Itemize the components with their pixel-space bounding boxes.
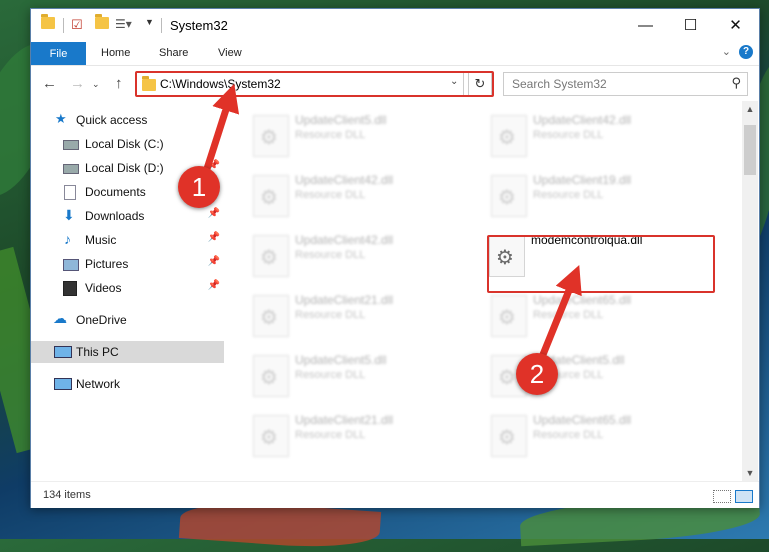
step-1-badge: 1 xyxy=(178,166,220,208)
arrow-to-dll-file xyxy=(536,265,582,364)
arrow-to-address-bar xyxy=(201,83,240,177)
step-2-badge: 2 xyxy=(516,353,558,395)
callout-arrows xyxy=(201,83,582,364)
